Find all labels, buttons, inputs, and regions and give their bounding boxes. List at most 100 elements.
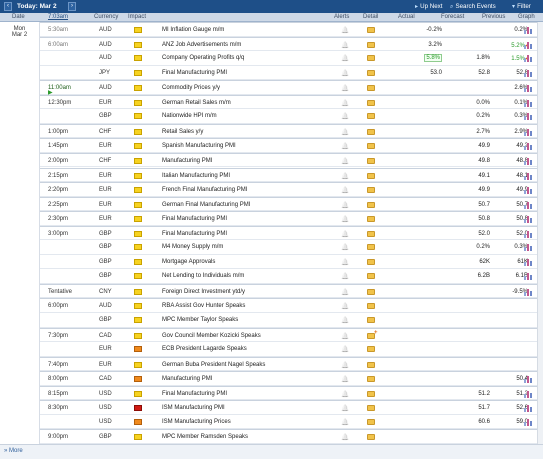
alert-bell-icon[interactable]: 🔔 xyxy=(341,26,349,34)
detail-folder-icon[interactable] xyxy=(367,317,375,323)
detail-folder-icon[interactable] xyxy=(367,27,375,33)
table-row[interactable]: 7:30pm CAD Gov Council Member Kozicki Spea… xyxy=(40,327,537,343)
table-row[interactable]: 6:00am AUD ANZ Job Advertisements m/m 🔔 3.2%… xyxy=(40,36,537,52)
row-event[interactable]: M4 Money Supply m/m xyxy=(162,244,223,250)
detail-folder-icon[interactable] xyxy=(367,69,375,76)
detail-folder-icon[interactable] xyxy=(367,390,375,397)
table-row[interactable]: 2:30pm EUR Final Manufacturing PMI 🔔 50.8 50.… xyxy=(40,211,537,226)
row-event[interactable]: Nationwide HPI m/m xyxy=(162,113,217,119)
detail-folder-icon[interactable] xyxy=(367,216,375,223)
row-event[interactable]: Manufacturing PMI xyxy=(162,376,212,382)
detail-folder-icon[interactable] xyxy=(367,55,375,62)
up-next-button[interactable]: ▸ Up Next xyxy=(415,3,442,10)
alert-bell-icon[interactable]: 🔔 xyxy=(341,332,349,340)
filter-button[interactable]: ▾ Filter xyxy=(512,3,531,10)
detail-folder-icon[interactable] xyxy=(367,434,375,441)
detail-folder-icon[interactable] xyxy=(367,128,375,135)
table-row[interactable]: 2:25pm EUR German Final Manufacturing PMI 🔔… xyxy=(40,196,537,212)
row-event[interactable]: Final Manufacturing PMI xyxy=(162,70,227,76)
alert-bell-icon[interactable]: 🔔 xyxy=(341,433,349,441)
detail-folder-icon[interactable] xyxy=(367,376,375,383)
table-row[interactable]: 5:30am AUD MI Inflation Gauge m/m 🔔 -0.2% 0.2… xyxy=(40,22,537,37)
graph-icon[interactable] xyxy=(524,375,533,384)
detail-folder-icon[interactable] xyxy=(367,85,375,92)
table-row[interactable]: 6:00pm AUD RBA Assist Gov Hunter Speaks 🔔 xyxy=(40,298,537,313)
table-row[interactable]: Tentative CNY Foreign Direct Investment yt… xyxy=(40,283,537,299)
row-event[interactable]: RBA Assist Gov Hunter Speaks xyxy=(162,303,245,309)
table-row[interactable]: ▶ 11:00am AUD Commodity Prices y/y 🔔 2.6% xyxy=(40,80,537,96)
row-event[interactable]: Spanish Manufacturing PMI xyxy=(162,143,236,149)
row-event[interactable]: Foreign Direct Investment ytd/y xyxy=(162,289,245,295)
table-row[interactable]: 2:15pm EUR Italian Manufacturing PMI 🔔 49.1 4… xyxy=(40,167,537,182)
graph-icon[interactable] xyxy=(524,243,533,252)
row-event[interactable]: Final Manufacturing PMI xyxy=(162,391,227,397)
row-event[interactable]: Manufacturing PMI xyxy=(162,158,212,164)
row-event[interactable]: Company Operating Profits q/q xyxy=(162,55,244,61)
alert-bell-icon[interactable]: 🔔 xyxy=(341,302,349,310)
graph-icon[interactable] xyxy=(524,404,533,413)
row-event[interactable]: ISM Manufacturing PMI xyxy=(162,405,225,411)
detail-folder-icon[interactable] xyxy=(367,99,375,106)
graph-icon[interactable] xyxy=(524,172,533,180)
graph-icon[interactable] xyxy=(524,112,533,121)
alert-bell-icon[interactable]: 🔔 xyxy=(341,142,349,150)
graph-icon[interactable] xyxy=(524,157,533,165)
detail-folder-icon[interactable] xyxy=(367,418,375,425)
detail-folder-icon[interactable] xyxy=(367,258,375,265)
alert-bell-icon[interactable]: 🔔 xyxy=(341,54,349,62)
col-time[interactable]: 7:03am xyxy=(48,14,68,20)
table-row[interactable]: 9:00pm GBP MPC Member Ramsden Speaks 🔔 xyxy=(40,429,537,444)
table-row[interactable]: GBP Nationwide HPI m/m 🔔 0.2% 0.3% xyxy=(40,109,537,124)
alert-bell-icon[interactable]: 🔔 xyxy=(341,288,349,296)
row-event[interactable]: ANZ Job Advertisements m/m xyxy=(162,42,241,48)
graph-icon[interactable] xyxy=(524,272,533,281)
table-row[interactable]: 1:00pm CHF Retail Sales y/y 🔔 2.7% 2.9% xyxy=(40,123,537,139)
graph-icon[interactable] xyxy=(524,128,533,136)
more-link[interactable]: » More xyxy=(4,448,23,454)
table-row[interactable]: 8:00pm CAD Manufacturing PMI 🔔 50.4 xyxy=(40,371,537,386)
detail-folder-icon[interactable] xyxy=(367,303,375,310)
row-event[interactable]: German Retail Sales m/m xyxy=(162,100,231,106)
table-row[interactable]: GBP M4 Money Supply m/m 🔔 0.2% 0.3% xyxy=(40,240,537,255)
graph-icon[interactable] xyxy=(524,201,533,209)
detail-folder-icon[interactable] xyxy=(367,113,375,120)
graph-icon[interactable] xyxy=(524,54,533,63)
graph-icon[interactable] xyxy=(524,186,533,195)
alert-bell-icon[interactable]: 🔔 xyxy=(341,201,349,209)
row-event[interactable]: Final Manufacturing PMI xyxy=(162,216,227,222)
alert-bell-icon[interactable]: 🔔 xyxy=(341,128,349,136)
row-event[interactable]: Final Manufacturing PMI xyxy=(162,231,227,237)
row-event[interactable]: Italian Manufacturing PMI xyxy=(162,173,230,179)
row-event[interactable]: Commodity Prices y/y xyxy=(162,85,220,91)
alert-bell-icon[interactable]: 🔔 xyxy=(341,230,349,238)
chevron-left-icon[interactable]: ‹ xyxy=(4,2,12,11)
detail-folder-icon[interactable] xyxy=(367,405,375,412)
alert-bell-icon[interactable]: 🔔 xyxy=(341,345,349,353)
detail-folder-icon[interactable] xyxy=(367,143,375,150)
graph-icon[interactable] xyxy=(524,84,533,93)
alert-bell-icon[interactable]: 🔔 xyxy=(341,258,349,266)
graph-icon[interactable] xyxy=(524,142,533,151)
detail-folder-icon[interactable] xyxy=(367,288,375,295)
detail-folder-icon[interactable] xyxy=(367,201,375,208)
alert-bell-icon[interactable]: 🔔 xyxy=(341,272,349,280)
graph-icon[interactable] xyxy=(524,99,533,107)
alert-bell-icon[interactable]: 🔔 xyxy=(341,215,349,223)
row-event[interactable]: German Final Manufacturing PMI xyxy=(162,202,250,208)
row-event[interactable]: Retail Sales y/y xyxy=(162,129,203,135)
graph-icon[interactable] xyxy=(524,390,533,398)
row-event[interactable]: Gov Council Member Kozicki Speaks xyxy=(162,333,261,339)
alert-bell-icon[interactable]: 🔔 xyxy=(341,404,349,412)
detail-folder-icon[interactable] xyxy=(367,157,375,164)
table-row[interactable]: EUR ECB President Lagarde Speaks 🔔 xyxy=(40,342,537,357)
detail-folder-icon[interactable] xyxy=(367,330,378,339)
alert-bell-icon[interactable]: 🔔 xyxy=(341,99,349,107)
table-row[interactable]: 2:20pm EUR French Final Manufacturing PMI 🔔… xyxy=(40,182,537,197)
table-row[interactable]: JPY Final Manufacturing PMI 🔔 53.0 52.8 52.8 xyxy=(40,66,537,81)
graph-icon[interactable] xyxy=(524,41,533,49)
row-event[interactable]: MPC Member Taylor Speaks xyxy=(162,317,238,323)
table-row[interactable]: 2:00pm CHF Manufacturing PMI 🔔 49.8 48.8 xyxy=(40,152,537,168)
alert-bell-icon[interactable]: 🔔 xyxy=(341,172,349,180)
graph-icon[interactable] xyxy=(524,258,533,266)
alert-bell-icon[interactable]: 🔔 xyxy=(341,390,349,398)
